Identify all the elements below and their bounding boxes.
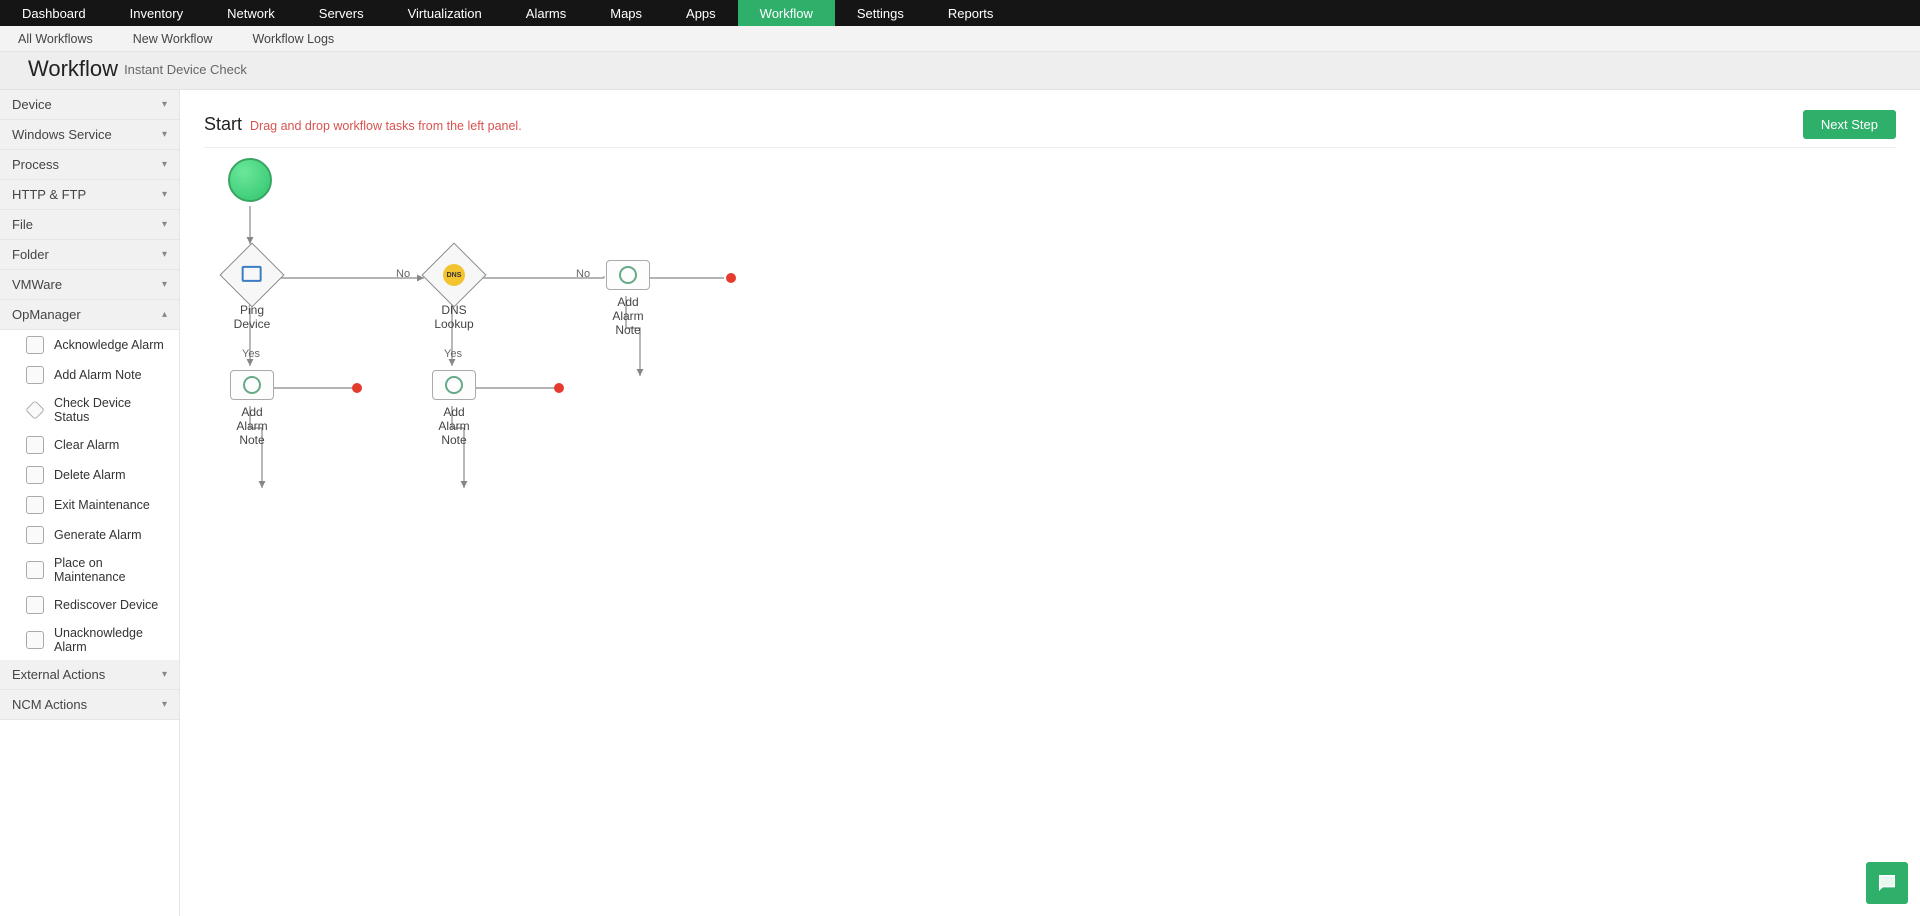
alarm-icon (445, 376, 463, 394)
nav-virtualization[interactable]: Virtualization (386, 0, 504, 26)
rect-icon (26, 366, 44, 384)
nav-inventory[interactable]: Inventory (108, 0, 205, 26)
edge-label-yes: Yes (242, 348, 260, 360)
title-bar: Workflow Instant Device Check (0, 52, 1920, 90)
node-add-alarm-note-top[interactable]: Add Alarm Note (602, 260, 654, 337)
start-circle-icon (228, 158, 272, 202)
edge-label-no: No (396, 268, 410, 280)
start-hint: Drag and drop workflow tasks from the le… (250, 119, 522, 133)
task-generate-alarm[interactable]: Generate Alarm (0, 520, 179, 550)
nav-alarms[interactable]: Alarms (504, 0, 588, 26)
alarm-icon (619, 266, 637, 284)
next-step-button[interactable]: Next Step (1803, 110, 1896, 139)
chevron-up-icon: ▴ (162, 309, 167, 320)
node-label: Add Alarm Note (602, 296, 654, 337)
top-nav: Dashboard Inventory Network Servers Virt… (0, 0, 1920, 26)
end-dot (352, 383, 362, 393)
task-add-alarm-note[interactable]: Add Alarm Note (0, 360, 179, 390)
chevron-down-icon: ▾ (162, 159, 167, 170)
edge-layer (204, 148, 1004, 648)
node-ping-device[interactable]: Ping Device (224, 252, 280, 332)
task-unacknowledge-alarm[interactable]: Unacknowledge Alarm (0, 620, 179, 660)
sub-nav: All Workflows New Workflow Workflow Logs (0, 26, 1920, 52)
acc-device[interactable]: Device▾ (0, 90, 179, 120)
node-dns-lookup[interactable]: DNS DNS Lookup (426, 252, 482, 332)
task-clear-alarm[interactable]: Clear Alarm (0, 430, 179, 460)
task-exit-maintenance[interactable]: Exit Maintenance (0, 490, 179, 520)
chevron-down-icon: ▾ (162, 99, 167, 110)
alarm-icon (243, 376, 261, 394)
node-add-alarm-note-left[interactable]: Add Alarm Note (226, 370, 278, 447)
chevron-down-icon: ▾ (162, 249, 167, 260)
acc-windows-service[interactable]: Windows Service▾ (0, 120, 179, 150)
node-start[interactable] (228, 158, 272, 202)
chevron-down-icon: ▾ (162, 129, 167, 140)
chat-fab[interactable] (1866, 862, 1908, 904)
rect-icon (26, 436, 44, 454)
end-dot (554, 383, 564, 393)
nav-settings[interactable]: Settings (835, 0, 926, 26)
acc-vmware[interactable]: VMWare▾ (0, 270, 179, 300)
acc-http-ftp[interactable]: HTTP & FTP▾ (0, 180, 179, 210)
nav-workflow[interactable]: Workflow (738, 0, 835, 26)
node-label: Add Alarm Note (226, 406, 278, 447)
nav-dashboard[interactable]: Dashboard (0, 0, 108, 26)
workflow-canvas[interactable]: Ping Device DNS DNS Lookup Add Alarm Not… (204, 148, 1896, 648)
page-subtitle: Instant Device Check (124, 62, 247, 77)
chevron-down-icon: ▾ (162, 669, 167, 680)
end-dot (726, 273, 736, 283)
task-acknowledge-alarm[interactable]: Acknowledge Alarm (0, 330, 179, 360)
start-heading: Start (204, 114, 242, 135)
rect-icon (26, 561, 44, 579)
chevron-down-icon: ▾ (162, 219, 167, 230)
nav-maps[interactable]: Maps (588, 0, 664, 26)
node-add-alarm-note-mid[interactable]: Add Alarm Note (428, 370, 480, 447)
acc-file[interactable]: File▾ (0, 210, 179, 240)
rect-icon (26, 526, 44, 544)
chevron-down-icon: ▾ (162, 279, 167, 290)
acc-ncm-actions[interactable]: NCM Actions▾ (0, 690, 179, 720)
acc-opmanager-items: Acknowledge Alarm Add Alarm Note Check D… (0, 330, 179, 660)
nav-apps[interactable]: Apps (664, 0, 738, 26)
chevron-down-icon: ▾ (162, 699, 167, 710)
edge-label-no: No (576, 268, 590, 280)
chat-icon (1876, 872, 1898, 894)
task-palette-sidebar: Device▾ Windows Service▾ Process▾ HTTP &… (0, 90, 180, 916)
nav-network[interactable]: Network (205, 0, 297, 26)
diamond-icon (25, 400, 45, 420)
rect-icon (26, 631, 44, 649)
rect-icon (26, 466, 44, 484)
chevron-down-icon: ▾ (162, 189, 167, 200)
task-delete-alarm[interactable]: Delete Alarm (0, 460, 179, 490)
acc-process[interactable]: Process▾ (0, 150, 179, 180)
rect-icon (26, 496, 44, 514)
task-place-on-maintenance[interactable]: Place on Maintenance (0, 550, 179, 590)
rect-icon (26, 336, 44, 354)
nav-servers[interactable]: Servers (297, 0, 386, 26)
page-title: Workflow (28, 56, 118, 82)
task-rediscover-device[interactable]: Rediscover Device (0, 590, 179, 620)
task-check-device-status[interactable]: Check Device Status (0, 390, 179, 430)
monitor-icon (242, 266, 262, 285)
rect-icon (26, 596, 44, 614)
subnav-new-workflow[interactable]: New Workflow (133, 32, 213, 46)
node-label: Add Alarm Note (428, 406, 480, 447)
workflow-canvas-panel: Start Drag and drop workflow tasks from … (180, 90, 1920, 916)
dns-icon: DNS (443, 264, 465, 286)
acc-external-actions[interactable]: External Actions▾ (0, 660, 179, 690)
node-label: DNS Lookup (426, 304, 482, 332)
node-label: Ping Device (224, 304, 280, 332)
edge-label-yes: Yes (444, 348, 462, 360)
acc-opmanager[interactable]: OpManager▴ (0, 300, 179, 330)
subnav-workflow-logs[interactable]: Workflow Logs (252, 32, 334, 46)
nav-reports[interactable]: Reports (926, 0, 1016, 26)
acc-folder[interactable]: Folder▾ (0, 240, 179, 270)
subnav-all-workflows[interactable]: All Workflows (18, 32, 93, 46)
